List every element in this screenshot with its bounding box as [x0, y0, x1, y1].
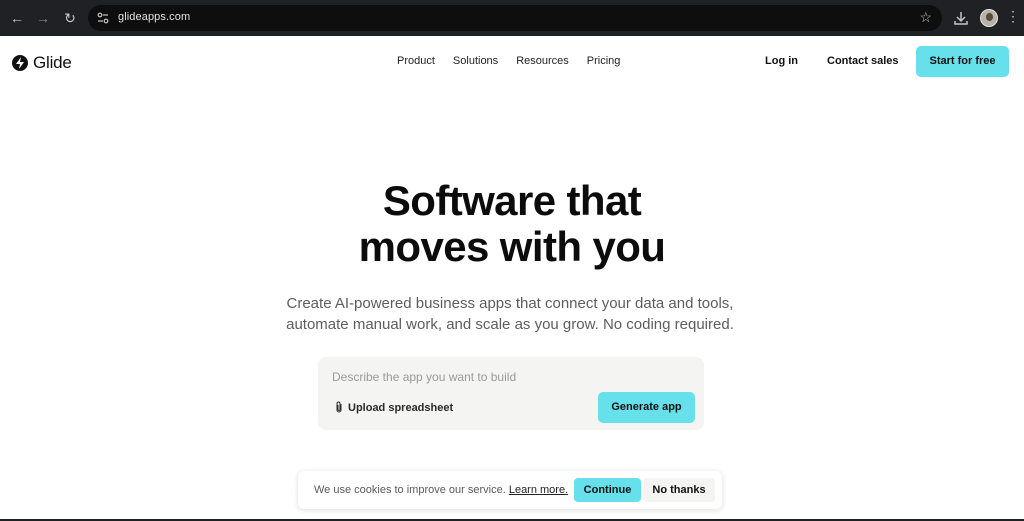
app-prompt-card: Describe the app you want to build Uploa…: [318, 357, 704, 430]
contact-sales-link[interactable]: Contact sales: [827, 55, 899, 67]
address-bar[interactable]: glideapps.com ☆: [88, 5, 942, 31]
continue-button[interactable]: Continue: [574, 478, 641, 502]
nav-product[interactable]: Product: [397, 55, 435, 67]
back-icon[interactable]: ←: [8, 9, 26, 27]
forward-icon[interactable]: →: [34, 9, 52, 27]
cookie-banner: We use cookies to improve our service. L…: [298, 471, 722, 509]
hero-subtitle-line2: automate manual work, and scale as you g…: [286, 316, 734, 333]
app-description-input[interactable]: Describe the app you want to build: [332, 370, 516, 384]
nav-solutions[interactable]: Solutions: [453, 55, 498, 67]
kebab-menu-icon[interactable]: ⋮: [1006, 8, 1020, 28]
reload-icon[interactable]: ↻: [61, 9, 79, 27]
site-info-icon[interactable]: [96, 11, 110, 25]
nav-resources[interactable]: Resources: [516, 55, 569, 67]
browser-toolbar: ← → ↻ glideapps.com ☆ ⋮: [0, 0, 1024, 36]
upload-spreadsheet-button[interactable]: Upload spreadsheet: [334, 401, 453, 414]
hero-title-line2: moves with you: [358, 223, 666, 270]
site-header: Glide Product Solutions Resources Pricin…: [0, 36, 1024, 90]
main-nav: Product Solutions Resources Pricing: [397, 55, 638, 67]
paperclip-icon: [336, 401, 342, 413]
bookmark-star-icon[interactable]: ☆: [919, 9, 932, 26]
hero-subtitle: Create AI-powered business apps that con…: [0, 293, 1020, 335]
url-text[interactable]: glideapps.com: [118, 11, 190, 23]
hero-subtitle-line1: Create AI-powered business apps that con…: [286, 295, 734, 312]
generate-app-button[interactable]: Generate app: [598, 392, 695, 423]
no-thanks-button[interactable]: No thanks: [643, 478, 715, 502]
profile-avatar[interactable]: [980, 9, 998, 27]
cookie-message-text: We use cookies to improve our service.: [314, 484, 506, 496]
hero-title-line1: Software that: [382, 177, 642, 224]
cookie-message: We use cookies to improve our service. L…: [314, 484, 568, 496]
upload-spreadsheet-label: Upload spreadsheet: [348, 401, 454, 414]
learn-more-link[interactable]: Learn more.: [509, 484, 568, 496]
download-icon[interactable]: [952, 9, 970, 27]
hero-title: Software that moves with you: [0, 178, 1024, 270]
login-link[interactable]: Log in: [765, 55, 798, 67]
start-for-free-button[interactable]: Start for free: [916, 46, 1009, 77]
glide-logo-icon: [12, 55, 28, 71]
nav-pricing[interactable]: Pricing: [587, 55, 621, 67]
glide-logo[interactable]: Glide: [12, 53, 72, 73]
brand-name: Glide: [33, 53, 72, 72]
